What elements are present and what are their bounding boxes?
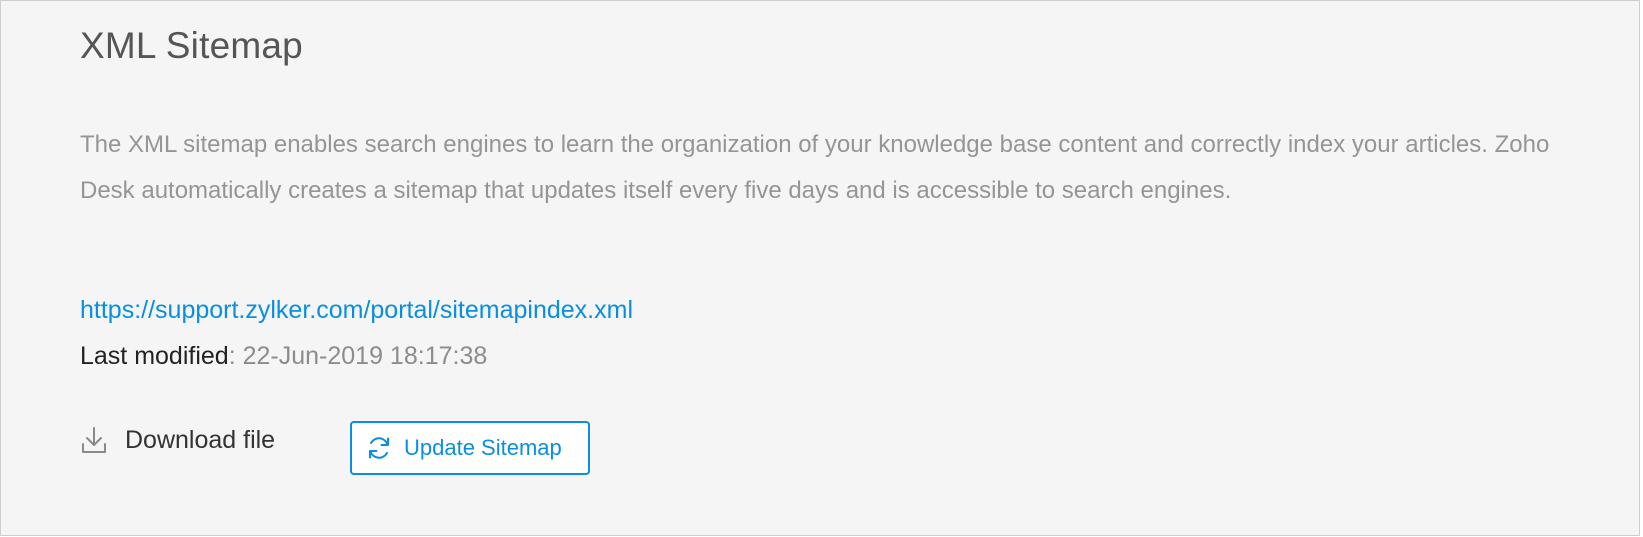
last-modified: Last modified: 22-Jun-2019 18:17:38 (80, 342, 487, 371)
sitemap-url-link[interactable]: https://support.zylker.com/portal/sitema… (80, 296, 633, 325)
update-sitemap-label: Update Sitemap (404, 435, 562, 460)
refresh-icon (366, 435, 392, 461)
section-title: XML Sitemap (80, 25, 303, 66)
update-sitemap-button[interactable]: Update Sitemap (350, 421, 590, 475)
last-modified-label: Last modified (80, 342, 229, 370)
xml-sitemap-panel: XML Sitemap The XML sitemap enables sear… (0, 0, 1640, 536)
section-description: The XML sitemap enables search engines t… (80, 131, 1550, 204)
last-modified-value: 22-Jun-2019 18:17:38 (242, 342, 488, 370)
download-file-label: Download file (125, 425, 276, 454)
download-icon (80, 425, 108, 455)
download-file-button[interactable]: Download file (80, 425, 275, 455)
last-modified-separator: : (228, 342, 243, 370)
